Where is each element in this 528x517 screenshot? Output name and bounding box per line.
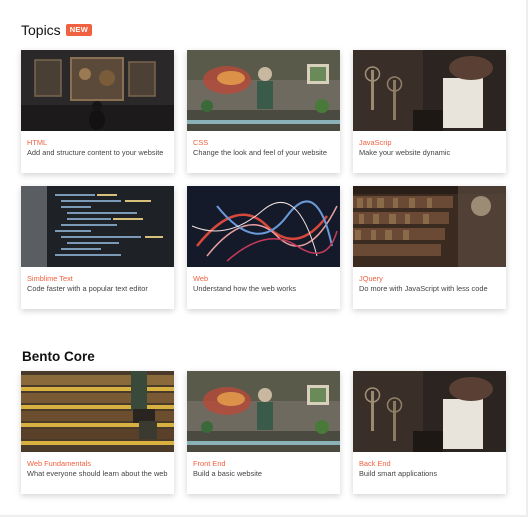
- card-description: Understand how the web works: [193, 284, 297, 293]
- card-description: Make your website dynamic: [359, 148, 451, 157]
- card-title: CSS: [193, 138, 209, 147]
- card-title: JQuery: [359, 274, 383, 283]
- bento-header: Bento Core: [22, 349, 95, 364]
- card-description: What everyone should learn about the web: [27, 469, 168, 478]
- new-badge: NEW: [65, 24, 93, 36]
- bento-title: Bento Core: [22, 349, 95, 364]
- page: Topics NEW HTML Add and structure conten…: [0, 0, 528, 517]
- stairs-image: [21, 371, 174, 452]
- artist-studio-image: [187, 371, 340, 452]
- card-title: JavaScrip: [359, 138, 392, 147]
- card-description: Build smart applications: [359, 469, 438, 478]
- card-description: Change the look and feel of your website: [193, 148, 327, 157]
- card-title: HTML: [27, 138, 48, 147]
- code-screen-image: [21, 186, 174, 267]
- topic-card-web[interactable]: Web Understand how the web works: [187, 186, 340, 309]
- topic-card-css[interactable]: CSS Change the look and feel of your web…: [187, 50, 340, 173]
- coffee-bar-image: [353, 50, 506, 131]
- topics-header: Topics NEW: [21, 22, 93, 38]
- card-title: Web: [193, 274, 209, 283]
- topic-card-sublime[interactable]: Simblime Text Code faster with a popular…: [21, 186, 174, 309]
- bento-card-fundamentals[interactable]: Web Fundamentals What everyone should le…: [21, 371, 174, 494]
- gallery-painting-image: [21, 50, 174, 131]
- card-description: Do more with JavaScript with less code: [359, 284, 488, 293]
- library-shelves-image: [353, 186, 506, 267]
- topic-card-javascript[interactable]: JavaScrip Make your website dynamic: [353, 50, 506, 173]
- bento-card-frontend[interactable]: Front End Build a basic website: [187, 371, 340, 494]
- bento-card-backend[interactable]: Back End Build smart applications: [353, 371, 506, 494]
- card-description: Code faster with a popular text editor: [27, 284, 148, 293]
- card-title: Back End: [359, 459, 391, 468]
- topic-card-html[interactable]: HTML Add and structure content to your w…: [21, 50, 174, 173]
- coffee-bar-image: [353, 371, 506, 452]
- light-trails-image: [187, 186, 340, 267]
- artist-studio-image: [187, 50, 340, 131]
- card-title: Web Fundamentals: [27, 459, 91, 468]
- card-description: Build a basic website: [193, 469, 263, 478]
- card-title: Simblime Text: [27, 274, 73, 283]
- topics-title: Topics: [21, 22, 61, 38]
- card-title: Front End: [193, 459, 226, 468]
- topic-card-jquery[interactable]: JQuery Do more with JavaScript with less…: [353, 186, 506, 309]
- card-description: Add and structure content to your websit…: [27, 148, 164, 157]
